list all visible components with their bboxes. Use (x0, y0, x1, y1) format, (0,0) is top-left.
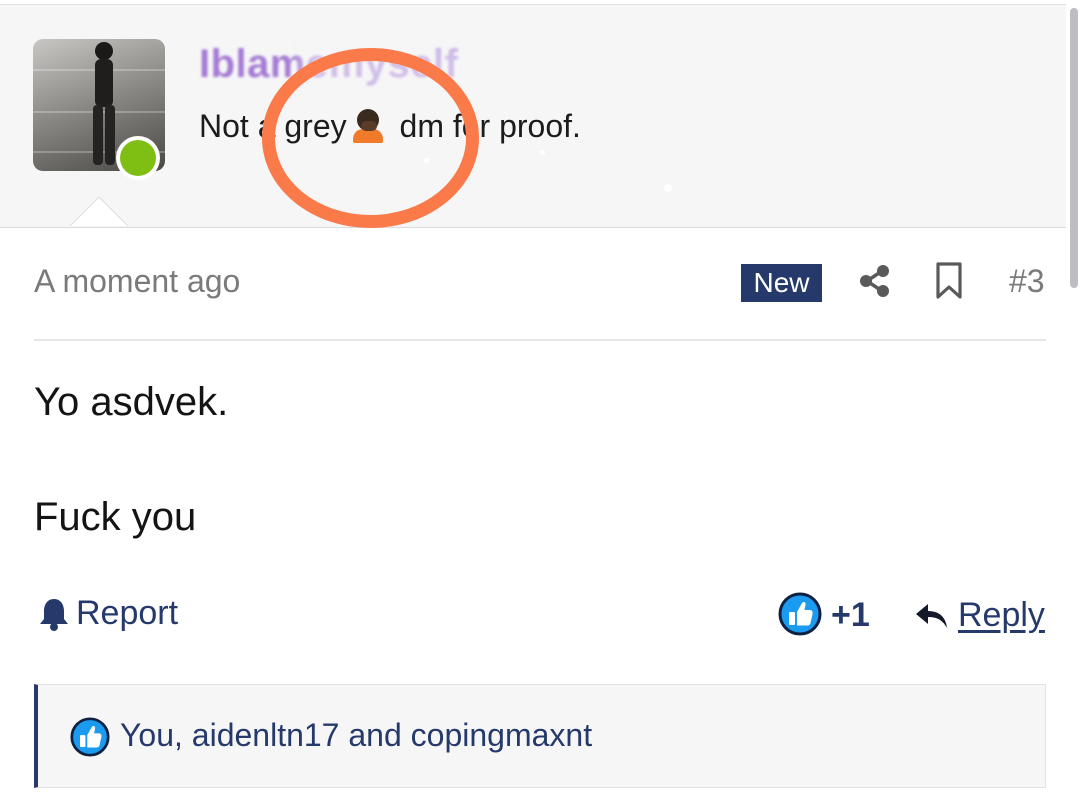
annotation-circle (262, 48, 479, 228)
scrollbar-track[interactable] (1066, 0, 1080, 801)
reply-button[interactable]: Reply (914, 596, 1045, 635)
divider (34, 339, 1046, 341)
reply-arrow-icon (916, 603, 947, 628)
reactions-summary[interactable]: You, aidenltn17 and copingmaxnt (34, 684, 1046, 788)
speck (664, 184, 672, 192)
speck (424, 158, 429, 163)
report-button[interactable]: Report (38, 594, 178, 633)
thumbs-up-icon (70, 717, 110, 757)
like-count[interactable]: +1 (831, 596, 870, 635)
scrollbar-thumb[interactable] (1070, 8, 1078, 288)
report-label: Report (76, 594, 179, 632)
bookmark-icon[interactable] (935, 262, 963, 300)
header-pointer (70, 196, 128, 226)
post-number[interactable]: #3 (1009, 263, 1045, 300)
post-timestamp[interactable]: A moment ago (34, 263, 240, 300)
new-badge: New (741, 264, 822, 302)
reactions-text[interactable]: You, aidenltn17 and copingmaxnt (120, 717, 592, 754)
share-icon[interactable] (858, 264, 892, 298)
online-status-indicator (116, 136, 160, 180)
reply-label: Reply (958, 596, 1045, 634)
thumbs-up-icon[interactable] (778, 592, 822, 636)
speck (540, 150, 545, 155)
post-body-line-1: Yo asdvek. (34, 380, 229, 424)
post-body-line-2: Fuck you (34, 495, 197, 539)
bell-icon (40, 598, 68, 631)
